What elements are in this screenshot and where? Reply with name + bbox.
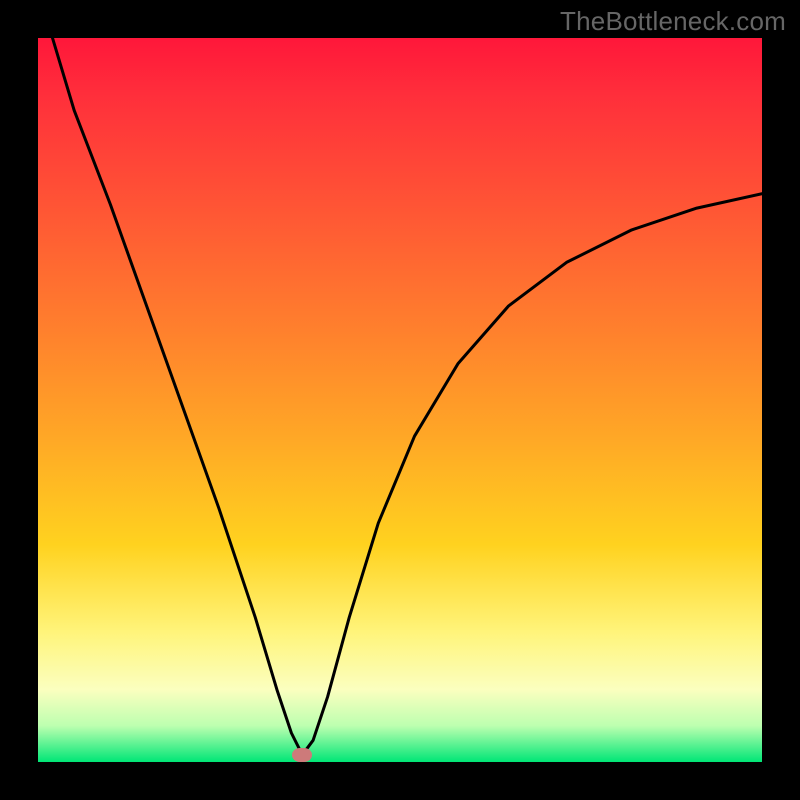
chart-plot-area (38, 38, 762, 762)
bottleneck-curve (38, 38, 762, 762)
optimal-point-marker (292, 748, 312, 762)
watermark-text: TheBottleneck.com (560, 6, 786, 37)
